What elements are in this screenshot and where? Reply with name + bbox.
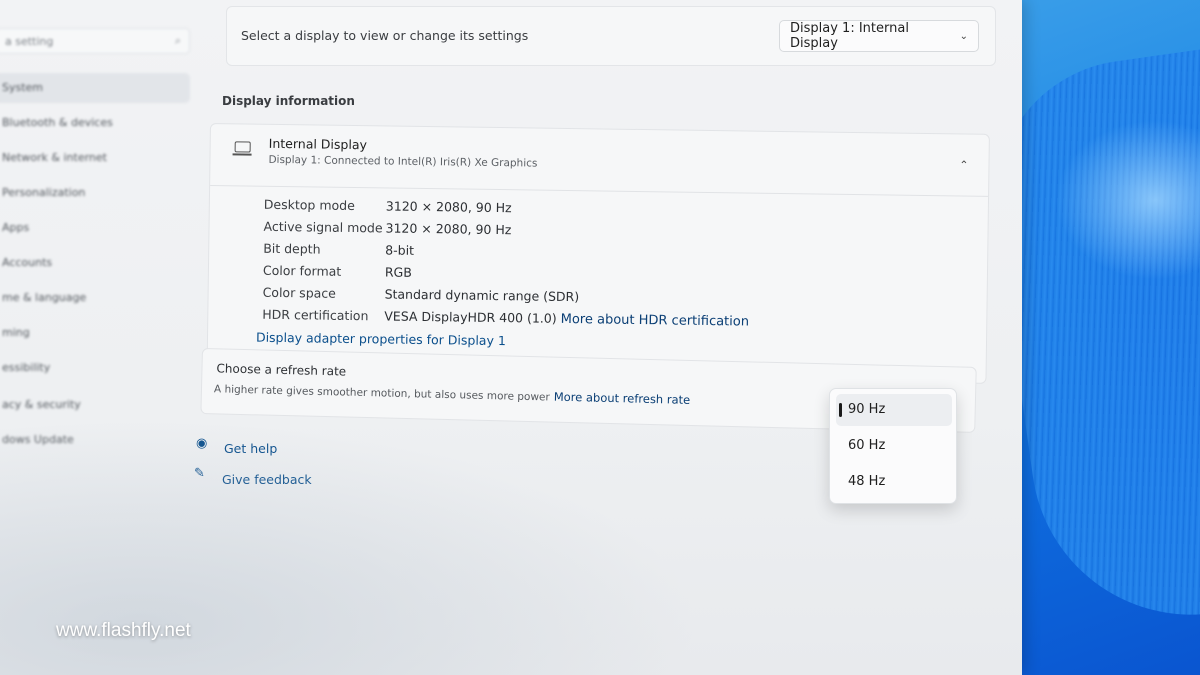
sidebar-item-apps[interactable]: Apps	[0, 213, 190, 243]
info-row: Bit depth 8-bit	[263, 241, 414, 258]
info-row: Desktop mode 3120 × 2080, 90 Hz	[264, 197, 512, 215]
refresh-option-90[interactable]: 90 Hz	[836, 394, 952, 426]
info-value: VESA DisplayHDR 400 (1.0)	[384, 308, 557, 326]
info-value: 8-bit	[385, 242, 415, 258]
get-help-link[interactable]: Get help	[224, 441, 277, 456]
refresh-option-label: 48 Hz	[848, 474, 886, 489]
monitor-icon	[234, 141, 251, 153]
display-name: Internal Display	[268, 135, 368, 153]
sidebar-item-time-language[interactable]: me & language	[0, 283, 190, 313]
refresh-rate-title: Choose a refresh rate	[216, 361, 347, 379]
search-icon: ⌕	[174, 34, 181, 47]
section-title: Display information	[222, 94, 355, 108]
adapter-properties-link[interactable]: Display adapter properties for Display 1	[256, 330, 506, 348]
info-key: Desktop mode	[263, 196, 355, 214]
give-feedback-link[interactable]: Give feedback	[222, 472, 312, 487]
help-icon: ◉	[196, 436, 208, 451]
sidebar: a setting ⌕ System Bluetooth & devices N…	[0, 0, 200, 470]
display-select-label: Select a display to view or change its s…	[241, 28, 529, 43]
sidebar-item-personalization[interactable]: Personalization	[0, 178, 190, 208]
info-row: Color space Standard dynamic range (SDR)	[263, 285, 580, 304]
info-key: Bit depth	[263, 240, 321, 257]
info-key: Color format	[262, 262, 342, 279]
refresh-rate-description-text: A higher rate gives smoother motion, but…	[213, 383, 550, 404]
info-row: HDR certification VESA DisplayHDR 400 (1.…	[262, 307, 749, 330]
sidebar-item-accounts[interactable]: Accounts	[0, 248, 190, 278]
info-value: 3120 × 2080, 90 Hz	[385, 220, 512, 238]
sidebar-item-network[interactable]: Network & internet	[0, 143, 190, 173]
sidebar-item-gaming[interactable]: ming	[0, 318, 190, 348]
display-select-dropdown[interactable]: Display 1: Internal Display ⌄	[779, 20, 979, 52]
search-placeholder: a setting	[5, 34, 54, 48]
refresh-option-label: 90 Hz	[848, 402, 886, 417]
settings-search-input[interactable]: a setting ⌕	[0, 28, 190, 54]
refresh-option-label: 60 Hz	[848, 438, 886, 453]
display-info-card: Internal Display Display 1: Connected to…	[206, 123, 990, 384]
refresh-option-60[interactable]: 60 Hz	[836, 430, 952, 462]
display-info-header[interactable]: Internal Display Display 1: Connected to…	[210, 124, 989, 197]
chevron-down-icon: ⌄	[959, 30, 968, 42]
info-value: Standard dynamic range (SDR)	[384, 286, 580, 305]
hdr-certification-link[interactable]: More about HDR certification	[561, 312, 750, 330]
feedback-icon: ✎	[194, 466, 205, 481]
info-row: Active signal mode 3120 × 2080, 90 Hz	[263, 219, 511, 237]
settings-window: a setting ⌕ System Bluetooth & devices N…	[0, 0, 1022, 675]
info-row: Color format RGB	[263, 263, 412, 280]
info-value: 3120 × 2080, 90 Hz	[385, 198, 512, 216]
desktop-wallpaper	[995, 0, 1200, 675]
refresh-rate-dropdown-menu: 90 Hz 60 Hz 48 Hz	[829, 388, 957, 504]
selection-indicator	[839, 403, 842, 417]
display-select-card: Select a display to view or change its s…	[226, 6, 996, 66]
sidebar-item-bluetooth[interactable]: Bluetooth & devices	[0, 108, 190, 138]
sidebar-item-system[interactable]: System	[0, 73, 190, 103]
sidebar-item-privacy[interactable]: acy & security	[0, 390, 190, 420]
sidebar-item-accessibility[interactable]: essibility	[0, 353, 190, 383]
display-subtitle: Display 1: Connected to Intel(R) Iris(R)…	[268, 153, 538, 170]
watermark: www.flashfly.net	[56, 620, 191, 641]
display-select-value: Display 1: Internal Display	[790, 21, 909, 51]
info-key: HDR certification	[262, 306, 369, 324]
info-value: RGB	[384, 264, 412, 280]
info-key: Color space	[262, 284, 337, 301]
info-key: Active signal mode	[263, 218, 383, 236]
refresh-option-48[interactable]: 48 Hz	[836, 466, 952, 498]
refresh-rate-description: A higher rate gives smoother motion, but…	[214, 381, 691, 407]
wallpaper-glow	[1055, 120, 1200, 280]
chevron-up-icon[interactable]: ⌃	[959, 158, 968, 171]
refresh-rate-link[interactable]: More about refresh rate	[554, 390, 691, 407]
sidebar-item-windows-update[interactable]: dows Update	[0, 425, 190, 455]
